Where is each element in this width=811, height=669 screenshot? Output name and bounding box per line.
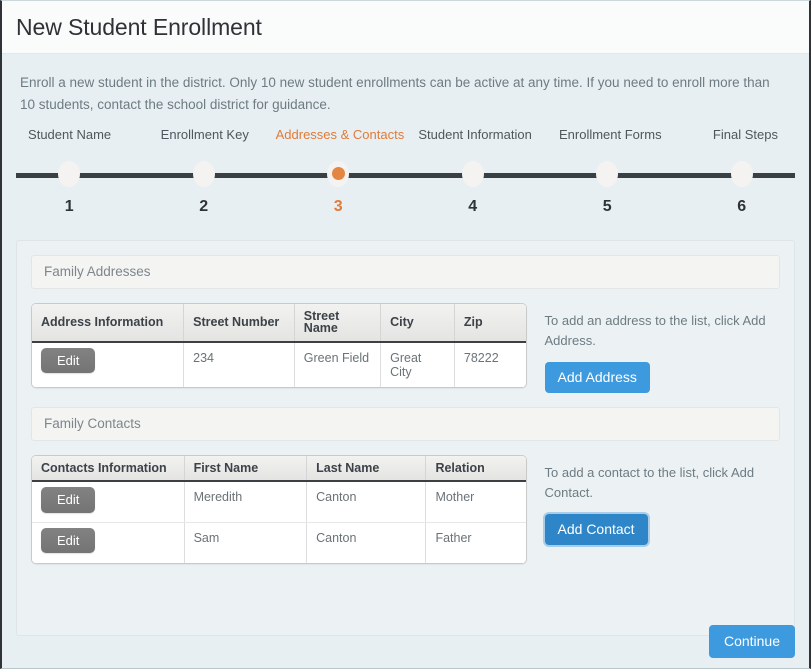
step-dot-2[interactable] — [192, 160, 215, 187]
family-contacts-body: Contacts Information First Name Last Nam… — [31, 454, 780, 565]
step-1[interactable]: Student Name — [2, 128, 137, 145]
step-dot-cell-5 — [540, 154, 675, 194]
step-number-1: 1 — [64, 197, 74, 215]
step-number-6: 6 — [737, 197, 747, 215]
add-address-button[interactable]: Add Address — [544, 362, 650, 393]
page-title: New Student Enrollment — [16, 13, 262, 40]
step-number-5: 5 — [602, 197, 612, 215]
add-contact-helper-text: To add a contact to the list, click Add … — [544, 464, 755, 500]
contacts-row-1-last-name: Canton — [306, 522, 427, 564]
enrollment-stepper: Student Name Enrollment Key Addresses & … — [2, 128, 809, 222]
step-dot-6[interactable] — [730, 160, 753, 187]
addresses-col-address-information: Address Information — [32, 303, 185, 343]
addresses-table: Address Information Street Number Street… — [32, 303, 526, 387]
step-dot-4[interactable] — [461, 160, 484, 187]
addresses-table-wrap: Address Information Street Number Street… — [31, 302, 527, 388]
contacts-col-relation: Relation — [425, 455, 526, 483]
add-contact-button[interactable]: Add Contact — [544, 513, 648, 545]
step-label-6: Final Steps — [712, 126, 778, 142]
step-3[interactable]: Addresses & Contacts — [272, 128, 407, 145]
footer-actions: Continue — [708, 625, 795, 658]
family-addresses-title: Family Addresses — [44, 264, 151, 280]
enrollment-page: New Student Enrollment Enroll a new stud… — [0, 0, 811, 669]
contacts-row-1-first-name: Sam — [184, 522, 308, 564]
step-label-3: Addresses & Contacts — [275, 126, 405, 142]
step-dot-cell-3 — [271, 154, 406, 194]
add-address-helper-text: To add an address to the list, click Add… — [544, 312, 766, 348]
step-number-4: 4 — [468, 197, 478, 215]
addresses-col-street-number: Street Number — [183, 303, 295, 343]
contacts-table-header-row: Contacts Information First Name Last Nam… — [32, 455, 526, 483]
step-dot-1[interactable] — [58, 160, 81, 187]
step-2[interactable]: Enrollment Key — [137, 128, 272, 145]
edit-address-button[interactable]: Edit — [41, 347, 96, 374]
page-header: New Student Enrollment — [2, 1, 809, 54]
addresses-row-0-street-name: Green Field — [294, 341, 382, 387]
add-address-side-panel: To add an address to the list, click Add… — [544, 303, 780, 393]
step-6[interactable]: Final Steps — [678, 126, 809, 145]
step-dot-3-active[interactable] — [327, 160, 350, 187]
addresses-row-0-city: Great City — [380, 341, 455, 387]
step-number-3: 3 — [333, 197, 343, 215]
addresses-col-zip: Zip — [454, 303, 526, 343]
family-addresses-section-header: Family Addresses — [31, 254, 780, 289]
table-row: Edit 234 Green Field Great City 78222 — [32, 341, 526, 387]
addresses-row-0-zip: 78222 — [454, 341, 526, 387]
family-contacts-title: Family Contacts — [44, 416, 141, 432]
contacts-row-0-actions: Edit — [32, 481, 185, 523]
step-label-1: Student Name — [28, 126, 112, 142]
family-addresses-body: Address Information Street Number Street… — [31, 302, 780, 393]
stepper-track — [2, 154, 809, 194]
edit-contact-button-1[interactable]: Edit — [41, 527, 96, 554]
contacts-table: Contacts Information First Name Last Nam… — [32, 455, 526, 564]
edit-contact-button-0[interactable]: Edit — [41, 487, 96, 513]
addresses-col-street-name: Street Name — [294, 303, 382, 343]
step-5[interactable]: Enrollment Forms — [543, 128, 678, 145]
step-dot-cell-1 — [2, 154, 137, 194]
step-label-5: Enrollment Forms — [558, 126, 662, 142]
step-dot-cell-4 — [406, 154, 541, 194]
step-number-2: 2 — [199, 197, 209, 215]
stepper-dots — [2, 154, 809, 194]
table-row: Edit Sam Canton Father — [32, 522, 526, 564]
contacts-row-1-actions: Edit — [32, 522, 185, 564]
contacts-row-0-first-name: Meredith — [184, 481, 308, 523]
family-contacts-section-header: Family Contacts — [31, 406, 780, 441]
step-4[interactable]: Student Information — [408, 128, 543, 145]
add-contact-side-panel: To add a contact to the list, click Add … — [544, 455, 780, 545]
step-label-4: Student Information — [418, 126, 532, 142]
contacts-row-0-relation: Mother — [425, 481, 526, 523]
stepper-number-row: 1 2 3 4 5 6 — [2, 198, 809, 216]
step-dot-cell-6 — [675, 154, 810, 194]
addresses-col-city: City — [380, 303, 455, 343]
contacts-col-contacts-information: Contacts Information — [32, 455, 185, 483]
addresses-table-header-row: Address Information Street Number Street… — [32, 303, 526, 343]
step-label-2: Enrollment Key — [160, 126, 249, 142]
contacts-col-first-name: First Name — [184, 455, 308, 483]
contacts-row-0-last-name: Canton — [306, 481, 427, 523]
continue-button[interactable]: Continue — [708, 625, 795, 658]
addresses-row-0-street-number: 234 — [183, 341, 295, 387]
stepper-label-row: Student Name Enrollment Key Addresses & … — [2, 126, 809, 145]
contacts-col-last-name: Last Name — [306, 455, 427, 483]
content-card: Family Addresses Address Information Str… — [16, 239, 795, 636]
step-dot-5[interactable] — [596, 160, 619, 187]
table-row: Edit Meredith Canton Mother — [32, 481, 526, 523]
intro-description: Enroll a new student in the district. On… — [20, 75, 770, 112]
contacts-table-wrap: Contacts Information First Name Last Nam… — [31, 454, 527, 565]
addresses-row-0-actions: Edit — [32, 341, 185, 387]
contacts-row-1-relation: Father — [425, 522, 526, 564]
step-dot-cell-2 — [137, 154, 272, 194]
